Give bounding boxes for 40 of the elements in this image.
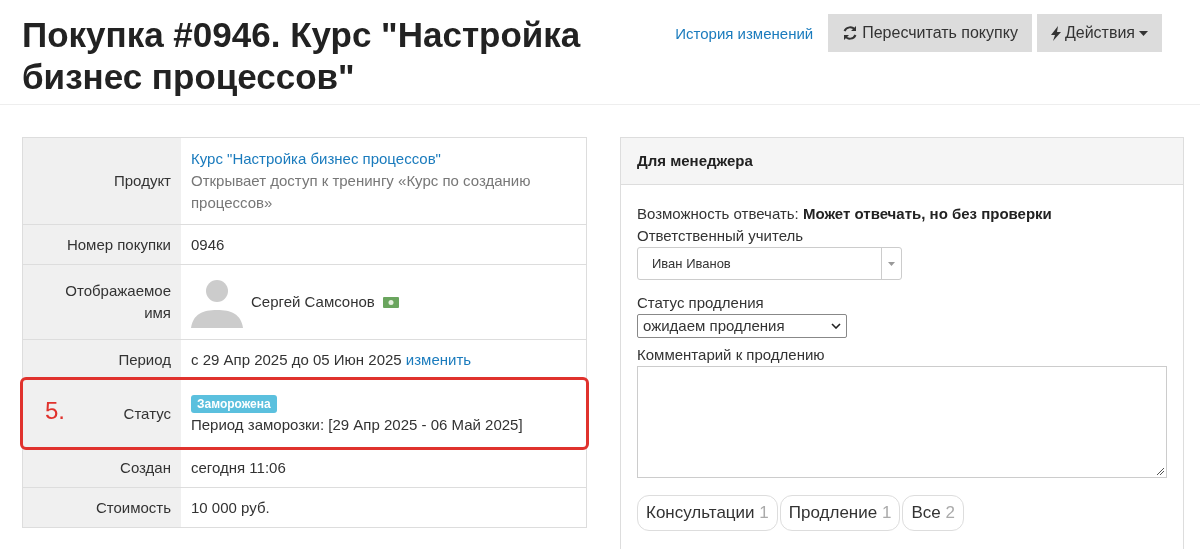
lightning-icon <box>1050 25 1061 41</box>
filter-tab[interactable]: Все 2 <box>902 495 964 531</box>
panel-title: Для менеджера <box>637 150 753 171</box>
user-name: Сергей Самсонов <box>251 292 375 312</box>
field-label: Статус продления <box>637 293 765 313</box>
row-label: Стоимость <box>95 497 171 518</box>
comment-field[interactable] <box>637 366 1167 478</box>
filter-tab[interactable]: Консультации 1 <box>637 495 778 531</box>
row-value: 0946 <box>191 234 226 255</box>
field-label: Комментарий к продлению <box>637 345 826 365</box>
change-link[interactable]: изменить <box>405 350 472 368</box>
row-label: Номер покупки <box>66 234 171 255</box>
resize-handle-icon <box>1156 467 1164 475</box>
product-description: Открывает доступ к тренингу «Курс по созданию процессов» <box>191 171 532 213</box>
freeze-period-text: Период заморозки: [29 Апр 2025 - 06 Май 2025] <box>191 414 524 435</box>
history-link[interactable]: История изменений <box>675 23 814 46</box>
row-label: Создан <box>120 457 171 478</box>
chevron-icon <box>831 323 841 329</box>
page-title: Покупка #0946. Курс "Настройка бизнес процессов" <box>22 14 582 98</box>
money-icon <box>382 296 399 308</box>
row-label: Период <box>118 349 171 370</box>
row-label: Продукт <box>114 171 171 191</box>
row-label: Отображаемое имя <box>64 281 171 323</box>
field-label: Ответственный учитель <box>637 226 805 246</box>
filter-tab[interactable]: Продление 1 <box>779 495 901 531</box>
recalculate-button[interactable]: Пересчитать покупку <box>828 14 1032 52</box>
row-value: сегодня 11:06 <box>191 457 287 478</box>
period-text: с 29 Апр 2025 до 05 Июн 2025 <box>191 350 402 368</box>
refresh-icon <box>842 25 859 41</box>
row-value: 10 000 руб. <box>191 497 271 518</box>
row-label: Статус <box>123 403 171 424</box>
actions-button[interactable]: Действия <box>1036 14 1162 52</box>
caret-icon <box>1139 30 1148 36</box>
annotation-number: 5. <box>45 396 65 426</box>
product-link[interactable]: Курс "Настройка бизнес процессов" <box>191 148 576 170</box>
teacher-select[interactable]: Иван Иванов <box>637 247 902 280</box>
status-badge: Заморожена <box>191 394 277 413</box>
caret-icon <box>888 261 895 266</box>
renewal-status-select[interactable]: ожидаем продления <box>637 314 847 338</box>
reply-permission-text: Возможность отвечать: Может отвечать, но без проверки <box>637 204 1053 224</box>
